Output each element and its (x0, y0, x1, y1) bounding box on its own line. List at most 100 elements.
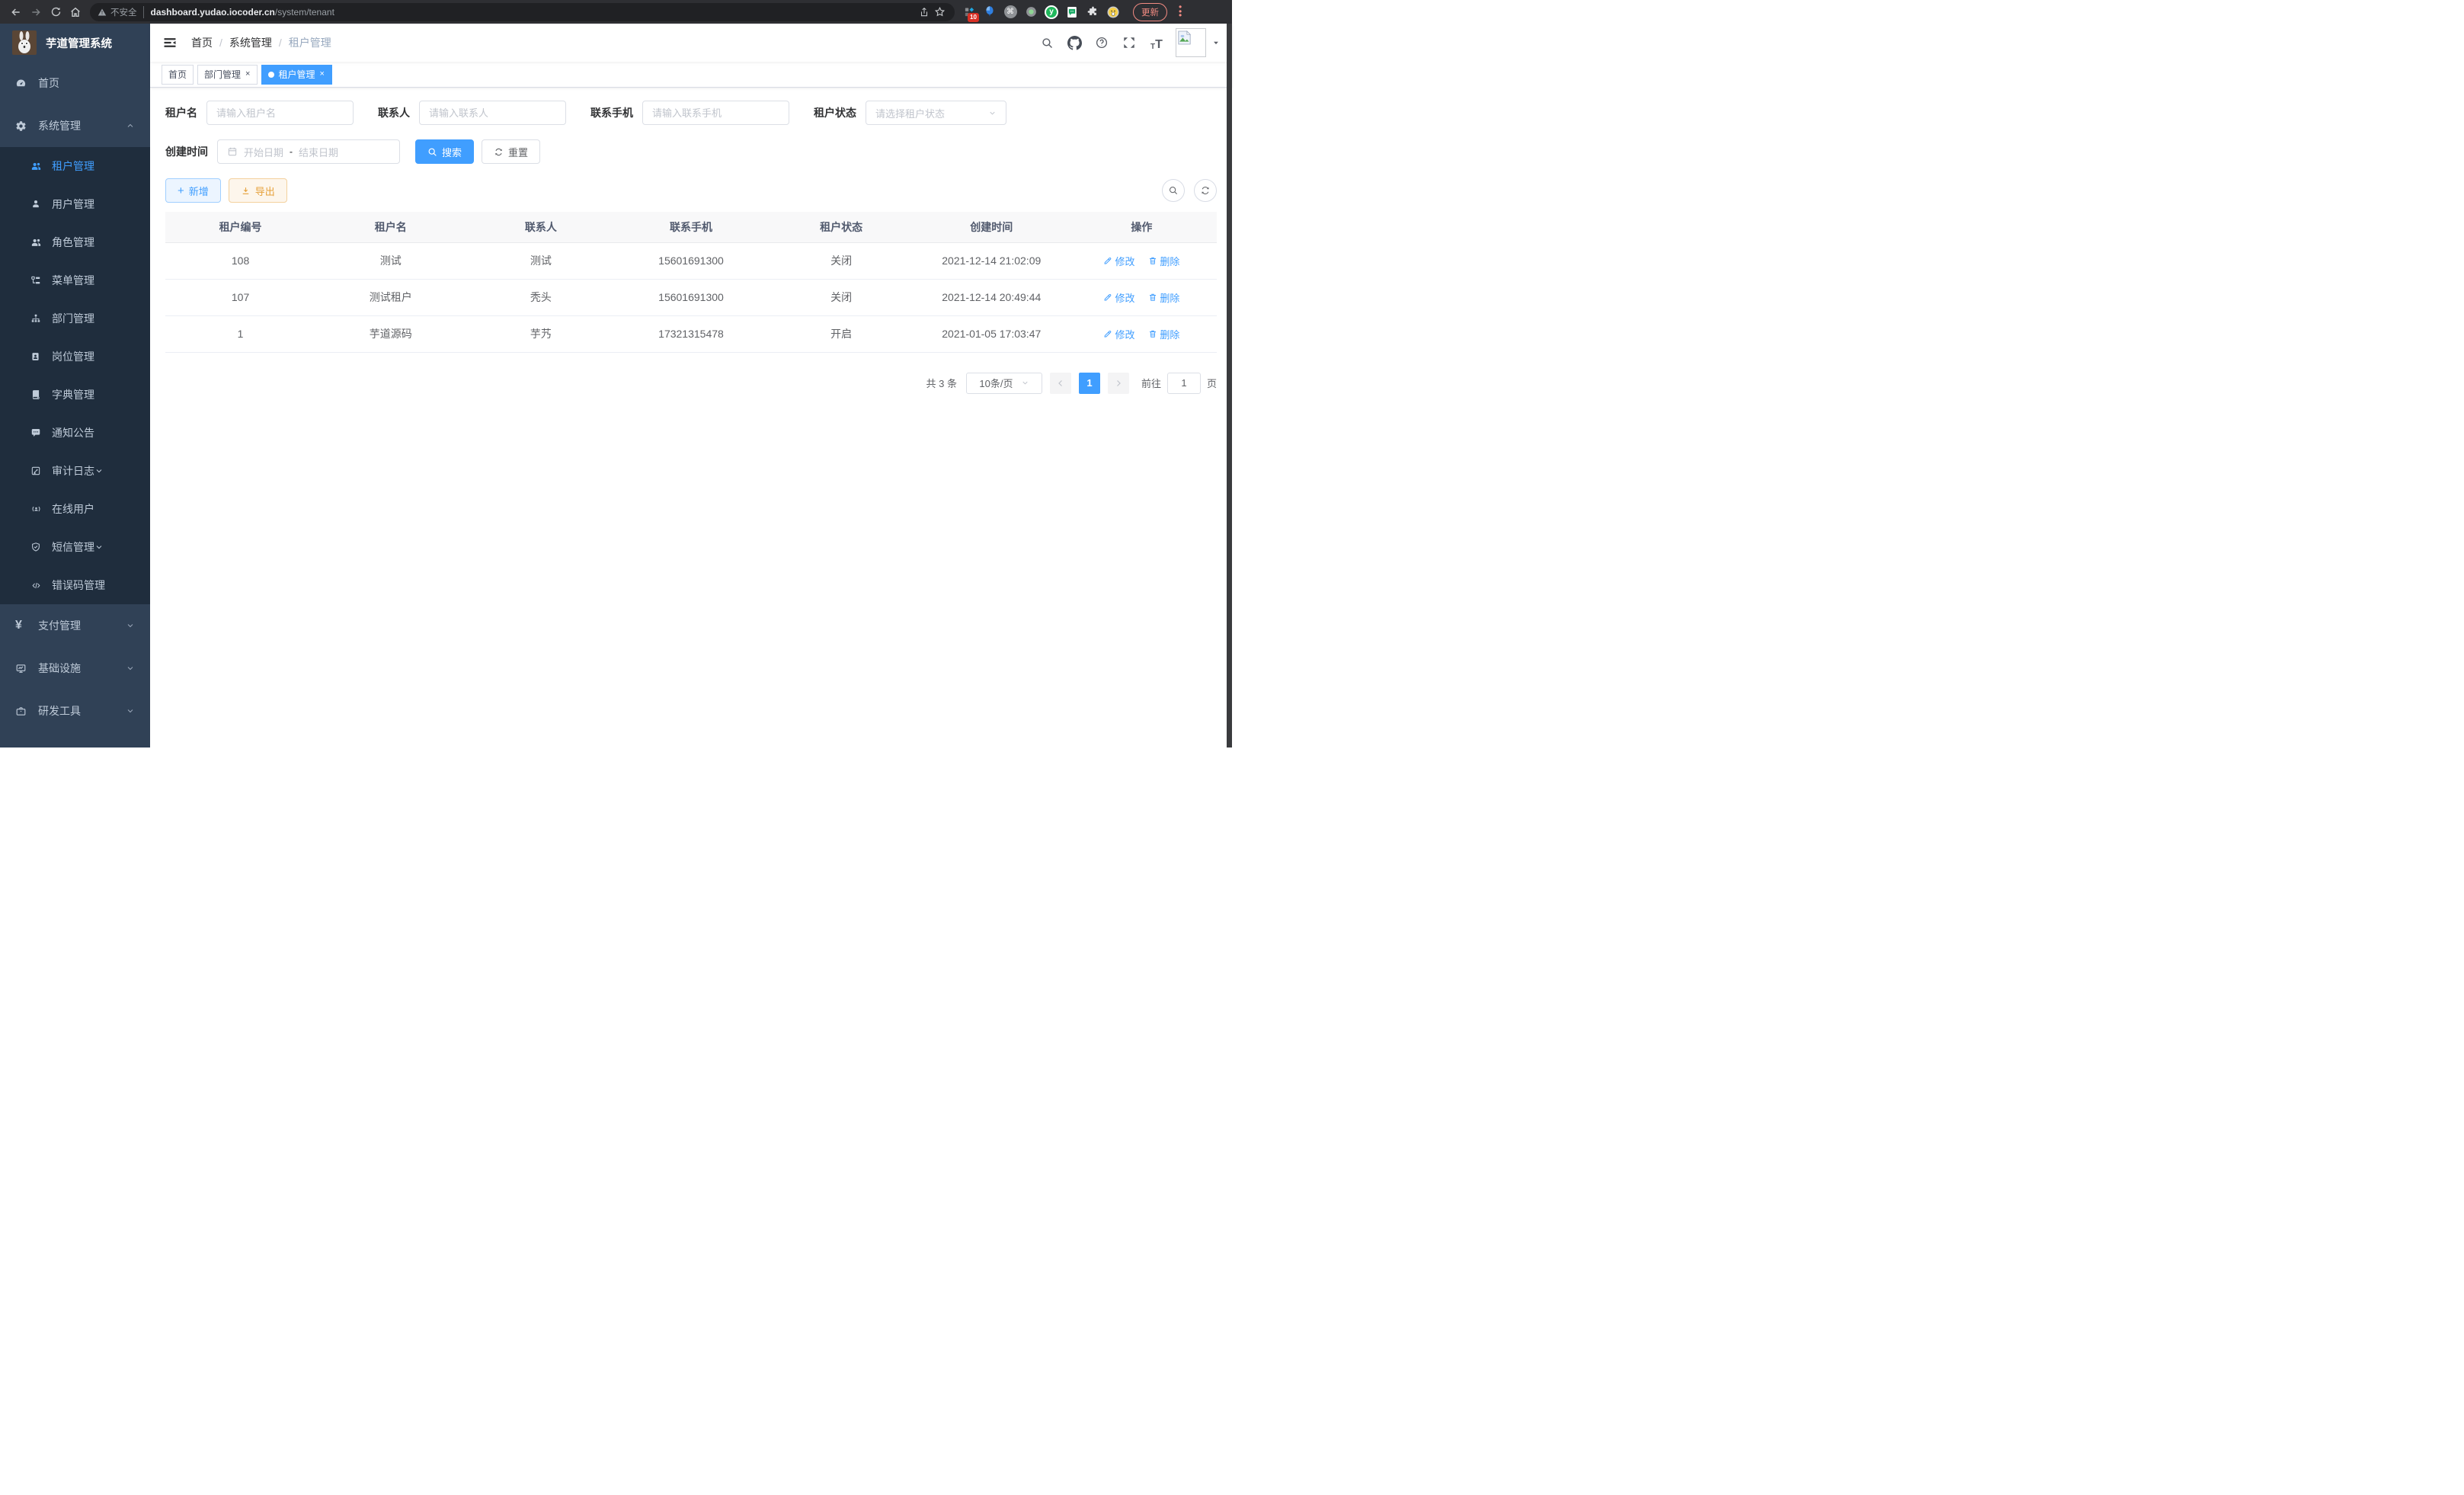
share-icon[interactable] (917, 2, 932, 22)
tag-home[interactable]: 首页 (162, 65, 194, 85)
extensions-puzzle-icon[interactable] (1086, 5, 1099, 19)
sidebar-item-pay[interactable]: ¥ 支付管理 (0, 604, 150, 647)
cell-tenant-name: 测试租户 (315, 279, 466, 315)
sidebar-item-label: 用户管理 (52, 197, 94, 212)
filter-create-time: 创建时间 开始日期 - 结束日期 (165, 139, 400, 164)
code-icon (30, 581, 47, 591)
tag-dept[interactable]: 部门管理 × (197, 65, 258, 85)
sidebar-item-online-users[interactable]: 在线用户 (0, 490, 150, 528)
filter-label: 联系人 (378, 105, 410, 120)
status-select[interactable]: 请选择租户状态 (866, 101, 1006, 125)
search-button[interactable]: 搜索 (415, 139, 474, 164)
font-size-icon[interactable]: TT (1148, 34, 1165, 51)
sidebar-item-user[interactable]: 用户管理 (0, 185, 150, 223)
chevron-right-icon (1114, 379, 1123, 388)
col-contact: 联系人 (466, 212, 616, 242)
refresh-table-button[interactable] (1194, 179, 1217, 202)
active-dot (268, 72, 274, 78)
sidebar-logo[interactable]: 芋道管理系统 (0, 24, 150, 62)
sidebar-item-sms[interactable]: 短信管理 (0, 528, 150, 566)
table-tools (1162, 179, 1217, 202)
user-avatar-menu[interactable] (1176, 28, 1220, 57)
extension-balloon-icon[interactable] (983, 5, 997, 19)
edit-link[interactable]: 修改 (1103, 327, 1134, 341)
github-icon[interactable] (1066, 34, 1083, 51)
sidebar-item-error-code[interactable]: 错误码管理 (0, 566, 150, 604)
sidebar-item-menu[interactable]: 菜单管理 (0, 261, 150, 299)
browser-back-icon[interactable] (6, 2, 26, 22)
extension-recorder-icon[interactable] (1024, 5, 1038, 19)
dictionary-book-icon (30, 389, 47, 400)
hamburger-icon[interactable] (162, 35, 178, 50)
sidebar-item-infra[interactable]: 基础设施 (0, 647, 150, 690)
window-scrollbar[interactable] (1227, 24, 1232, 748)
chevron-up-icon (126, 121, 135, 130)
sidebar-item-label: 支付管理 (38, 618, 81, 633)
filter-row-1: 租户名 联系人 联系手机 (165, 101, 1217, 125)
browser-home-icon[interactable] (66, 2, 85, 22)
security-indicator[interactable]: 不安全 (98, 6, 144, 18)
refresh-icon (1200, 185, 1211, 196)
prev-page-button[interactable] (1050, 373, 1071, 394)
browser-update-button[interactable]: 更新 (1133, 3, 1167, 21)
extension-pinned-icon[interactable]: 10 (962, 5, 976, 19)
extension-chat-icon[interactable] (1065, 5, 1079, 19)
col-actions: 操作 (1067, 212, 1217, 242)
page-content: 租户名 联系人 联系手机 (150, 88, 1232, 748)
app-title: 芋道管理系统 (46, 35, 112, 51)
sidebar-item-label: 岗位管理 (52, 349, 94, 364)
reset-button[interactable]: 重置 (482, 139, 540, 164)
close-icon[interactable]: × (245, 69, 251, 79)
browser-forward-icon[interactable] (26, 2, 46, 22)
trash-icon (1148, 256, 1157, 265)
page-size-select[interactable]: 10条/页 (966, 373, 1042, 394)
extensions-area: 10 ⌘ y 更新 ••• (962, 3, 1182, 21)
close-icon[interactable]: × (318, 69, 325, 79)
toggle-search-button[interactable] (1162, 179, 1185, 202)
address-bar[interactable]: 不安全 dashboard.yudao.iocoder.cn/system/te… (90, 3, 955, 21)
breadcrumb-home[interactable]: 首页 (191, 35, 213, 50)
help-icon[interactable] (1093, 34, 1110, 51)
breadcrumb-separator: / (219, 37, 222, 49)
browser-menu-icon[interactable]: ••• (1179, 5, 1182, 18)
edit-icon (1103, 293, 1112, 302)
next-page-button[interactable] (1108, 373, 1129, 394)
sidebar-item-audit-log[interactable]: 审计日志 (0, 452, 150, 490)
download-icon (241, 186, 251, 196)
delete-link[interactable]: 删除 (1148, 254, 1179, 268)
contact-input[interactable] (429, 107, 556, 119)
chevron-left-icon (1056, 379, 1065, 388)
add-button[interactable]: + 新增 (165, 178, 221, 203)
sidebar-item-dict[interactable]: 字典管理 (0, 376, 150, 414)
chevron-down-icon (126, 664, 135, 673)
extension-y-icon[interactable]: y (1045, 5, 1058, 19)
export-button[interactable]: 导出 (229, 178, 287, 203)
sidebar-item-system[interactable]: 系统管理 (0, 104, 150, 147)
delete-link[interactable]: 删除 (1148, 290, 1179, 305)
sidebar-item-dev-tools[interactable]: 研发工具 (0, 690, 150, 732)
header-search-icon[interactable] (1038, 34, 1055, 51)
edit-link[interactable]: 修改 (1103, 290, 1134, 305)
fullscreen-icon[interactable] (1121, 34, 1138, 51)
sidebar-item-post[interactable]: 岗位管理 (0, 338, 150, 376)
sidebar-item-notice[interactable]: 通知公告 (0, 414, 150, 452)
goto-page-input[interactable] (1167, 373, 1201, 394)
browser-reload-icon[interactable] (46, 2, 66, 22)
mobile-input[interactable] (652, 107, 779, 119)
tag-tenant-active[interactable]: 租户管理 × (261, 65, 331, 85)
profile-avatar-icon[interactable] (1106, 5, 1120, 19)
tenant-name-input[interactable] (216, 107, 344, 119)
page-number-1[interactable]: 1 (1079, 373, 1100, 394)
sidebar-item-dept[interactable]: 部门管理 (0, 299, 150, 338)
mobile-input-wrap (642, 101, 789, 125)
chevron-down-icon (1021, 379, 1029, 387)
extension-command-icon[interactable]: ⌘ (1003, 5, 1017, 19)
sidebar-item-role[interactable]: 角色管理 (0, 223, 150, 261)
bookmark-star-icon[interactable] (932, 2, 947, 22)
edit-link[interactable]: 修改 (1103, 254, 1134, 268)
sidebar-item-label: 系统管理 (38, 118, 81, 133)
delete-link[interactable]: 删除 (1148, 327, 1179, 341)
sidebar-item-tenant[interactable]: 租户管理 (0, 147, 150, 185)
date-range-picker[interactable]: 开始日期 - 结束日期 (217, 139, 400, 164)
sidebar-item-home[interactable]: 首页 (0, 62, 150, 104)
